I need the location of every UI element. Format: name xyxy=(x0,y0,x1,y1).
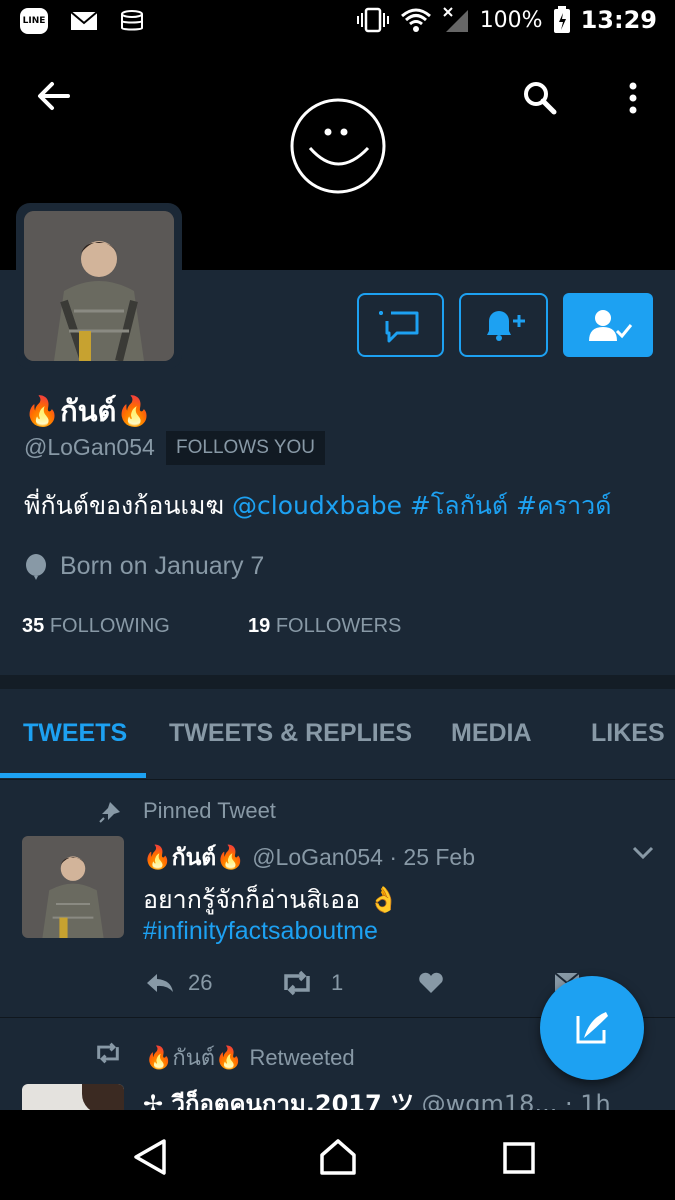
chevron-down-icon[interactable] xyxy=(632,846,654,860)
signal-icon xyxy=(442,7,468,32)
heart-icon[interactable] xyxy=(418,972,444,994)
profile-handle: @LoGan054 xyxy=(24,434,155,460)
reply-count: 26 xyxy=(188,970,213,995)
smiley-face-icon xyxy=(290,98,386,194)
wifi-icon xyxy=(400,8,431,32)
nav-home-icon[interactable] xyxy=(318,1137,358,1177)
tab-media[interactable]: MEDIA xyxy=(451,719,532,748)
follows-you-badge: FOLLOWS YOU xyxy=(166,431,326,465)
notifications-button[interactable] xyxy=(459,293,548,357)
followers-count: 19 xyxy=(248,615,271,637)
section-divider xyxy=(0,675,675,689)
status-bar: LINE 100% 13:29 xyxy=(0,0,675,48)
tweet-text: อยากรู้จักก็อ่านสิเออ 👌 xyxy=(143,885,400,914)
tweet-avatar[interactable] xyxy=(22,836,124,938)
following-count: 35 xyxy=(22,615,45,637)
retweet-icon[interactable] xyxy=(280,970,314,996)
tab-tweets-replies[interactable]: TWEETS & REPLIES xyxy=(169,719,412,748)
tweet-list: Pinned Tweet 🔥กันต์🔥 @LoGan054 · 25 Feb … xyxy=(0,780,675,1118)
bio-text: พี่กันต์ของก้อนเมฆ xyxy=(24,491,225,520)
following-label: FOLLOWING xyxy=(49,615,170,637)
tweet-author-name: 🔥กันต์🔥 xyxy=(143,845,245,871)
more-options-icon[interactable] xyxy=(624,80,642,116)
display-name: 🔥กันต์🔥 xyxy=(24,394,153,428)
retweet-context: 🔥กันต์🔥 Retweeted xyxy=(145,1040,355,1075)
mail-icon xyxy=(70,11,98,30)
line-app-icon: LINE xyxy=(20,8,48,34)
tweet-hashtag-link[interactable]: #infinityfactsaboutme xyxy=(143,917,378,946)
bio: พี่กันต์ของก้อนเมฆ @cloudxbabe #โลกันต์ … xyxy=(24,486,611,526)
back-arrow-icon[interactable] xyxy=(36,78,72,114)
tab-tweets[interactable]: TWEETS xyxy=(23,719,127,748)
reply-icon[interactable] xyxy=(145,972,175,994)
active-tab-indicator xyxy=(0,773,146,778)
clock: 13:29 xyxy=(580,6,657,34)
pinned-label: Pinned Tweet xyxy=(143,798,276,823)
vibrate-icon xyxy=(356,7,389,33)
bell-plus-icon xyxy=(487,311,525,341)
android-nav-bar xyxy=(0,1110,675,1200)
followers-stat[interactable]: 19 FOLLOWERS xyxy=(248,615,401,638)
search-icon[interactable] xyxy=(522,80,558,116)
retweet-context-name: 🔥กันต์🔥 xyxy=(145,1046,243,1071)
compose-feather-icon xyxy=(576,1012,608,1044)
followers-label: FOLLOWERS xyxy=(275,615,402,637)
retweet-context-icon xyxy=(97,1042,119,1064)
nav-recents-icon[interactable] xyxy=(503,1142,535,1174)
retweet-count: 1 xyxy=(331,970,344,995)
user-check-icon xyxy=(589,310,633,341)
birthday: Born on January 7 xyxy=(60,552,265,580)
tab-likes[interactable]: LIKES xyxy=(591,719,665,748)
nav-back-icon[interactable] xyxy=(132,1138,168,1176)
storage-icon xyxy=(121,10,143,31)
following-stat[interactable]: 35 FOLLOWING xyxy=(22,615,170,638)
bio-hashtags[interactable]: #โลกันต์ #คราวด์ xyxy=(410,491,612,520)
bio-mention-link[interactable]: @cloudxbabe xyxy=(232,491,402,520)
battery-icon xyxy=(553,6,570,33)
profile-tabs: TWEETS TWEETS & REPLIES MEDIA LIKES xyxy=(0,689,675,780)
message-button[interactable] xyxy=(357,293,444,357)
battery-percent: 100% xyxy=(479,7,543,33)
message-icon xyxy=(379,311,419,343)
retweet-context-label: Retweeted xyxy=(249,1045,355,1070)
avatar[interactable] xyxy=(24,211,174,361)
compose-tweet-button[interactable] xyxy=(540,976,644,1080)
tweet-header: 🔥กันต์🔥 @LoGan054 · 25 Feb xyxy=(143,840,475,876)
following-button[interactable] xyxy=(563,293,653,357)
pin-icon xyxy=(99,802,120,823)
tweet-handle-date: @LoGan054 · 25 Feb xyxy=(252,844,476,870)
balloon-icon xyxy=(26,554,46,580)
